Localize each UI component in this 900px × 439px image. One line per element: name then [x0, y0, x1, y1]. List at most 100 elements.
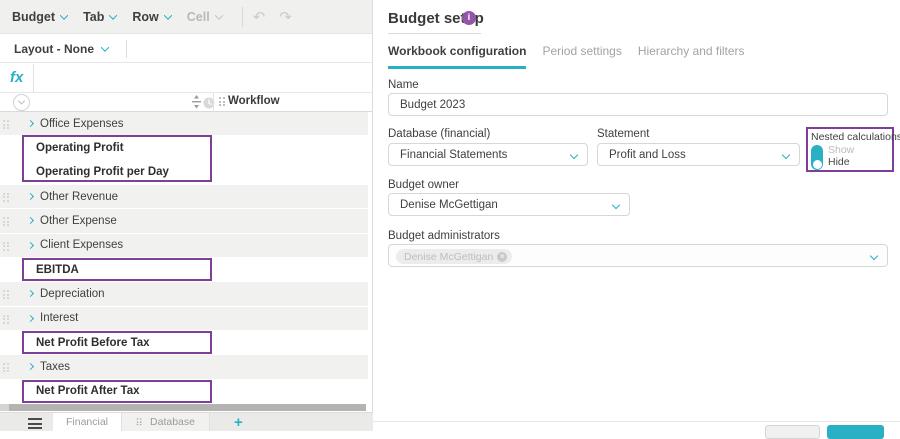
- app-window: Budget Tab Row Cell ↶ ↷ Layo: [0, 0, 900, 431]
- scrollbar-corner: [0, 404, 9, 411]
- row-drag-handle-icon[interactable]: [3, 193, 10, 204]
- row-label: Other Expense: [40, 215, 117, 227]
- panel-tabs: Workbook configuration Period settings H…: [388, 44, 745, 69]
- chevron-down-icon: [612, 201, 620, 209]
- tab-hierarchy-and-filters[interactable]: Hierarchy and filters: [638, 44, 745, 69]
- layout-selector-label: Layout - None: [14, 42, 94, 56]
- grid-row-interest[interactable]: Interest: [0, 307, 368, 331]
- collapse-all-button[interactable]: [13, 94, 30, 111]
- tab-drag-handle-icon: [137, 418, 143, 427]
- grid-row-operating-profit-per-day[interactable]: Operating Profit per Day: [0, 161, 368, 185]
- toggle-option-show[interactable]: Show: [828, 144, 854, 156]
- tab-workbook-configuration[interactable]: Workbook configuration: [388, 44, 526, 69]
- name-input[interactable]: Budget 2023: [388, 93, 888, 116]
- budget-setup-panel: Budget setup i Workbook configuration Pe…: [373, 0, 900, 431]
- grid-row-depreciation[interactable]: Depreciation: [0, 282, 368, 306]
- expand-chevron-icon[interactable]: [27, 120, 34, 127]
- budget-owner-value: Denise McGettigan: [400, 199, 498, 211]
- chevron-down-icon: [60, 11, 68, 19]
- expand-chevron-icon[interactable]: [27, 217, 34, 224]
- budget-administrators-select[interactable]: Denise McGettigan ×: [388, 244, 888, 267]
- row-drag-handle-icon[interactable]: [3, 315, 10, 326]
- horizontal-scrollbar[interactable]: [9, 404, 366, 411]
- statement-label: Statement: [597, 128, 649, 140]
- row-drag-handle-icon[interactable]: [3, 290, 10, 301]
- info-icon[interactable]: i: [462, 11, 476, 25]
- toggle-option-hide[interactable]: Hide: [828, 156, 850, 168]
- expand-chevron-icon[interactable]: [27, 193, 34, 200]
- column-drag-handle-icon[interactable]: [219, 97, 226, 108]
- row-label: Interest: [40, 312, 78, 324]
- workbook-pane: Budget Tab Row Cell ↶ ↷ Layo: [0, 0, 373, 431]
- expand-chevron-icon[interactable]: [27, 242, 34, 249]
- grid-row-ebitda[interactable]: EBITDA: [0, 258, 368, 282]
- name-value: Budget 2023: [400, 99, 465, 111]
- layout-bar: Layout - None: [0, 35, 372, 63]
- sheet-tab-database[interactable]: Database: [122, 413, 210, 431]
- menu-cell: Cell: [187, 10, 222, 24]
- workflow-column-header[interactable]: Workflow: [228, 95, 280, 107]
- statement-value: Profit and Loss: [609, 149, 686, 161]
- grid-row-office-expenses[interactable]: Office Expenses: [0, 112, 368, 136]
- toolbar-divider: [242, 7, 243, 27]
- remove-chip-icon[interactable]: ×: [497, 252, 507, 262]
- row-label: Net Profit Before Tax: [36, 337, 150, 349]
- grid-row-operating-profit[interactable]: Operating Profit: [0, 136, 368, 160]
- row-label: Operating Profit: [36, 142, 124, 154]
- chevron-down-icon: [214, 11, 222, 19]
- main-toolbar: Budget Tab Row Cell ↶ ↷: [0, 0, 372, 34]
- row-drag-handle-icon[interactable]: [3, 217, 10, 228]
- grid-row-taxes[interactable]: Taxes: [0, 355, 368, 379]
- title-divider: [388, 33, 481, 34]
- highlight-box-nested-calculations: Nested calculations Show Hide: [806, 127, 894, 172]
- grid-row-net-profit-before-tax[interactable]: Net Profit Before Tax: [0, 331, 368, 355]
- row-label: Taxes: [40, 361, 70, 373]
- menu-cell-label: Cell: [187, 10, 210, 24]
- budget-owner-select[interactable]: Denise McGettigan: [388, 193, 630, 216]
- row-label: Net Profit After Tax: [36, 385, 140, 397]
- row-list: Office Expenses Operating Profit Operati…: [0, 112, 368, 404]
- database-select[interactable]: Financial Statements: [388, 143, 588, 166]
- formula-bar[interactable]: fx: [0, 64, 372, 93]
- formula-bar-divider: [33, 64, 34, 93]
- sheet-tab-label: Financial: [66, 416, 108, 428]
- sheet-tab-label: Database: [150, 416, 195, 428]
- statement-select[interactable]: Profit and Loss: [597, 143, 800, 166]
- menu-tab[interactable]: Tab: [83, 10, 116, 24]
- grid-row-client-expenses[interactable]: Client Expenses: [0, 234, 368, 258]
- sheet-menu-icon[interactable]: [28, 418, 42, 431]
- panel-footer-divider: [373, 421, 900, 422]
- toggle-knob: [813, 160, 822, 169]
- chevron-down-icon: [570, 151, 578, 159]
- menu-budget[interactable]: Budget: [12, 10, 67, 24]
- name-label: Name: [388, 79, 419, 91]
- row-drag-handle-icon[interactable]: [3, 242, 10, 253]
- expand-chevron-icon[interactable]: [27, 363, 34, 370]
- budget-owner-label: Budget owner: [388, 179, 459, 191]
- database-label: Database (financial): [388, 128, 490, 140]
- expand-chevron-icon[interactable]: [27, 315, 34, 322]
- redo-icon: ↷: [279, 8, 292, 26]
- show-hide-toggle[interactable]: [811, 145, 823, 170]
- row-label: Operating Profit per Day: [36, 166, 169, 178]
- fx-icon: fx: [0, 69, 33, 88]
- chevron-down-icon: [101, 43, 109, 51]
- budget-administrators-label: Budget administrators: [388, 230, 500, 242]
- expand-chevron-icon[interactable]: [27, 290, 34, 297]
- grid-row-net-profit-after-tax[interactable]: Net Profit After Tax: [0, 380, 368, 404]
- menu-row[interactable]: Row: [132, 10, 170, 24]
- layout-selector[interactable]: Layout - None: [14, 42, 108, 56]
- row-drag-handle-icon[interactable]: [3, 363, 10, 374]
- menu-tab-label: Tab: [83, 10, 104, 24]
- save-button[interactable]: [827, 425, 884, 439]
- chevron-down-icon: [870, 252, 878, 260]
- administrator-chip: Denise McGettigan ×: [396, 249, 512, 264]
- grid-row-other-revenue[interactable]: Other Revenue: [0, 185, 368, 209]
- row-label: Other Revenue: [40, 191, 118, 203]
- add-sheet-button[interactable]: +: [234, 414, 243, 431]
- cancel-button[interactable]: [765, 425, 820, 439]
- row-drag-handle-icon[interactable]: [3, 120, 10, 131]
- tab-period-settings[interactable]: Period settings: [542, 44, 621, 69]
- sheet-tab-financial[interactable]: Financial: [53, 413, 122, 431]
- grid-row-other-expense[interactable]: Other Expense: [0, 209, 368, 233]
